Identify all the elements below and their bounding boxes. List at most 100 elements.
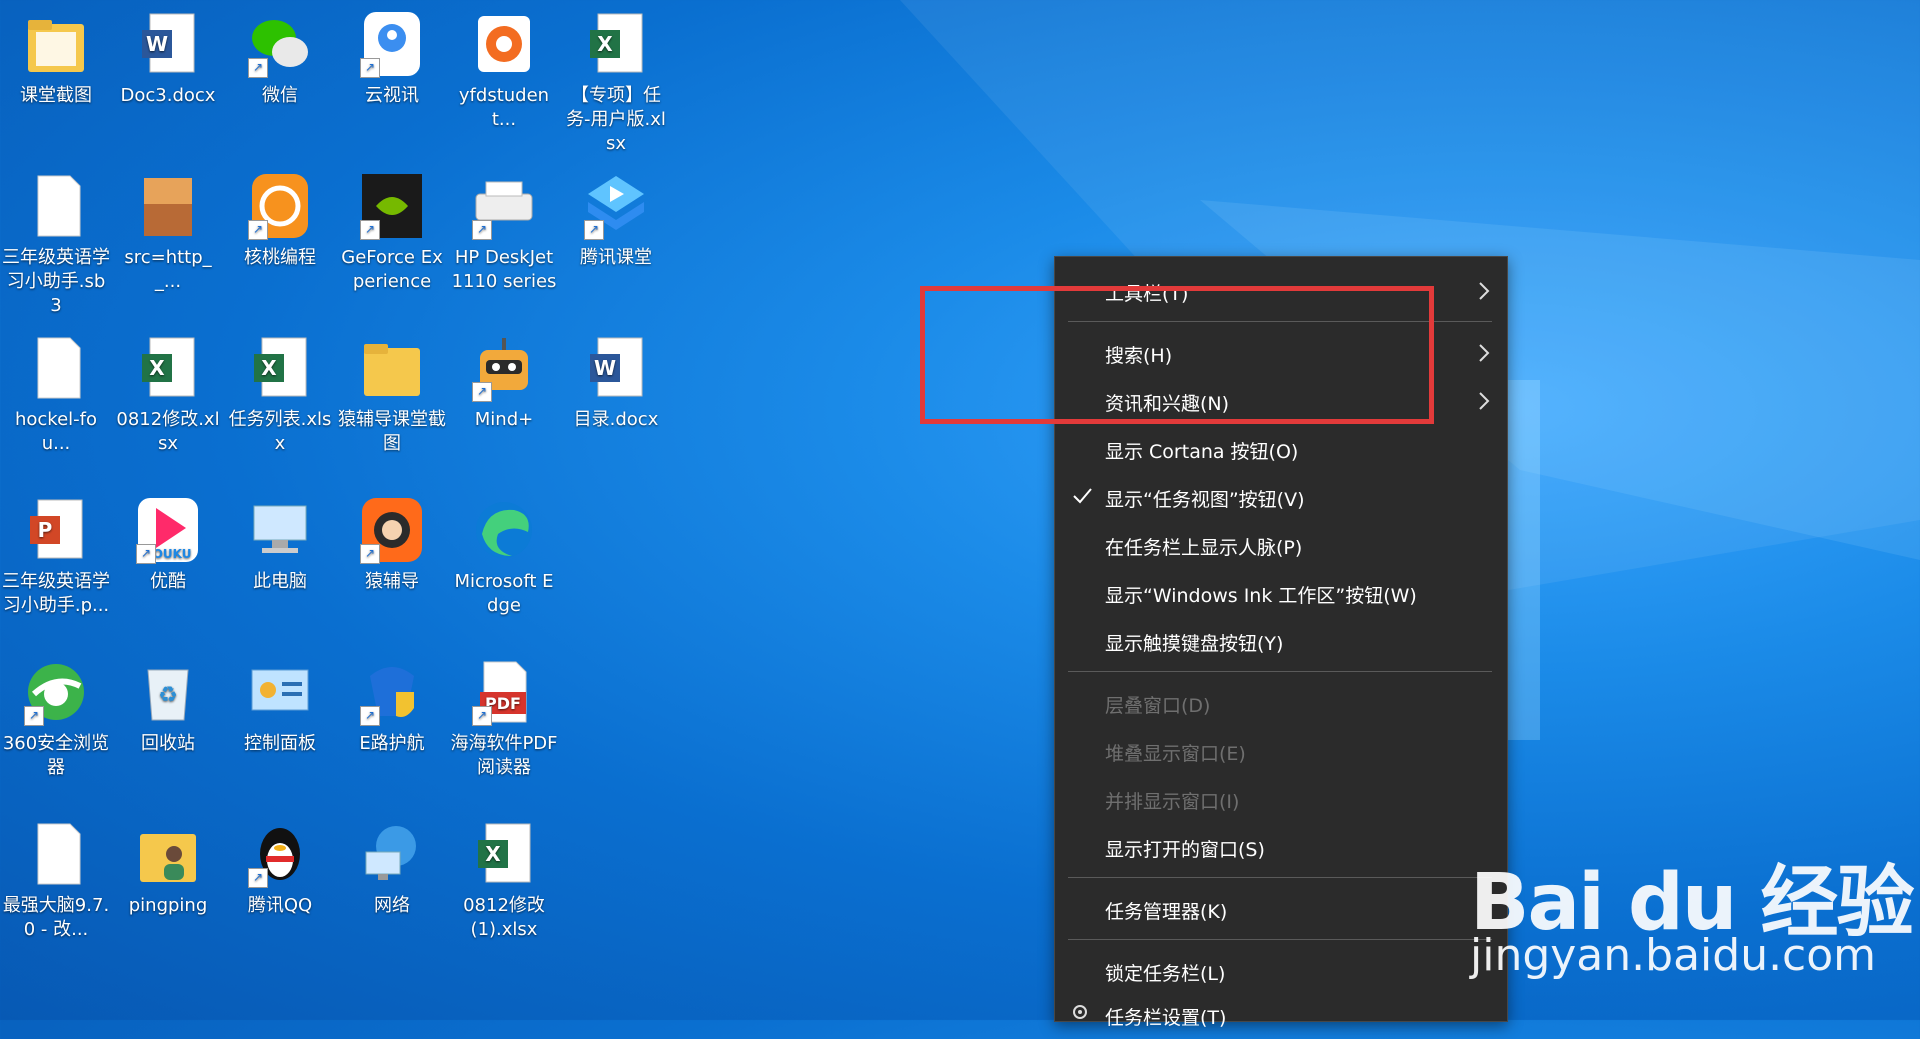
menu-item-taskbar-settings[interactable]: 任务栏设置(T) xyxy=(1055,991,1507,1039)
desktop-icon-0812-copy-xlsx[interactable]: X 0812修改(1).xlsx xyxy=(448,818,560,942)
360-browser-icon: ↗ xyxy=(20,656,92,728)
desktop-icon-hockel[interactable]: hockel-fou... xyxy=(0,332,112,456)
icon-label: 【专项】任务-用户版.xlsx xyxy=(566,85,666,154)
control-panel-icon xyxy=(244,656,316,728)
icon-label: 海海软件PDF阅读器 xyxy=(450,733,558,778)
menu-item-label: 显示打开的窗口(S) xyxy=(1105,839,1265,861)
menu-item-show-touch-keyboard[interactable]: 显示触摸键盘按钮(Y) xyxy=(1055,617,1507,665)
desktop-icon-strongest-brain[interactable]: 最强大脑9.7.0 - 改... xyxy=(0,818,112,942)
menu-item-label: 层叠窗口(D) xyxy=(1105,695,1211,717)
icon-label: 360安全浏览器 xyxy=(2,733,110,778)
menu-item-label: 显示“Windows Ink 工作区”按钮(W) xyxy=(1105,585,1417,607)
menu-item-show-desktop-windows[interactable]: 显示打开的窗口(S) xyxy=(1055,823,1507,871)
desktop-icon-e-road[interactable]: ↗ E路护航 xyxy=(336,656,448,756)
menu-item-lock-taskbar[interactable]: 锁定任务栏(L) xyxy=(1055,947,1507,995)
icon-label: 猿辅导课堂截图 xyxy=(338,409,446,454)
svg-text:X: X xyxy=(261,356,277,380)
desktop-icon-english-sb3[interactable]: 三年级英语学习小助手.sb3 xyxy=(0,170,112,318)
excel-document-icon: X xyxy=(468,818,540,890)
svg-text:♻: ♻ xyxy=(158,683,178,708)
icon-label: pingping xyxy=(128,895,208,916)
shortcut-arrow-icon: ↗ xyxy=(360,544,380,564)
desktop-icon-pdf-reader[interactable]: PDF ↗ 海海软件PDF阅读器 xyxy=(448,656,560,780)
folder-icon xyxy=(20,8,92,80)
menu-item-label: 工具栏(T) xyxy=(1105,283,1189,305)
desktop-icon-yuanfudao[interactable]: ↗ 猿辅导 xyxy=(336,494,448,594)
menu-item-show-people[interactable]: 在任务栏上显示人脉(P) xyxy=(1055,521,1507,569)
desktop-icon-catalog-docx[interactable]: W 目录.docx xyxy=(560,332,672,432)
menu-item-label: 任务管理器(K) xyxy=(1105,901,1228,923)
desktop-icon-classroom-screenshots[interactable]: 课堂截图 xyxy=(0,8,112,108)
menu-item-show-windows-ink[interactable]: 显示“Windows Ink 工作区”按钮(W) xyxy=(1055,569,1507,617)
icon-label: Microsoft Edge xyxy=(454,571,554,616)
desktop-icon-cloud-video[interactable]: ↗ 云视讯 xyxy=(336,8,448,108)
desktop-icon-walnut-coding[interactable]: ↗ 核桃编程 xyxy=(224,170,336,270)
desktop-icon-tencent-classroom[interactable]: ↗ 腾讯课堂 xyxy=(560,170,672,270)
printer-icon: ↗ xyxy=(468,170,540,242)
desktop-icon-yfdstudent[interactable]: yfdstudent... xyxy=(448,8,560,132)
shortcut-arrow-icon: ↗ xyxy=(472,220,492,240)
desktop-icon-task-xlsx[interactable]: X 【专项】任务-用户版.xlsx xyxy=(560,8,672,156)
desktop-icon-youku[interactable]: YOUKU ↗ 优酷 xyxy=(112,494,224,594)
icon-label: 核桃编程 xyxy=(244,247,316,268)
desktop-icon-pingping[interactable]: pingping xyxy=(112,818,224,918)
desktop-icon-0812-xlsx[interactable]: X 0812修改.xlsx xyxy=(112,332,224,456)
desktop-icon-edge[interactable]: Microsoft Edge xyxy=(448,494,560,618)
desktop-icon-doc3[interactable]: W Doc3.docx xyxy=(112,8,224,108)
blank-file-icon xyxy=(20,818,92,890)
desktop-icon-english-pptx[interactable]: P 三年级英语学习小助手.p... xyxy=(0,494,112,618)
desktop-icon-wechat[interactable]: ↗ 微信 xyxy=(224,8,336,108)
menu-item-stack-windows: 堆叠显示窗口(E) xyxy=(1055,727,1507,775)
desktop-icon-qq[interactable]: ↗ 腾讯QQ xyxy=(224,818,336,918)
blank-file-icon xyxy=(20,170,92,242)
menu-item-news-and-interests[interactable]: 资讯和兴趣(N) xyxy=(1055,377,1507,425)
menu-item-show-task-view[interactable]: 显示“任务视图”按钮(V) xyxy=(1055,473,1507,521)
desktop-icon-this-pc[interactable]: 此电脑 xyxy=(224,494,336,594)
icon-label: 腾讯课堂 xyxy=(580,247,652,268)
desktop-icon-mind-plus[interactable]: ↗ Mind+ xyxy=(448,332,560,432)
shortcut-arrow-icon: ↗ xyxy=(360,220,380,240)
watermark-url: jingyan.baidu.com xyxy=(1470,930,1877,981)
svg-text:P: P xyxy=(38,518,53,542)
icon-label: hockel-fou... xyxy=(14,409,98,454)
menu-item-toolbars[interactable]: 工具栏(T) xyxy=(1055,267,1507,315)
chevron-right-icon xyxy=(1479,282,1490,300)
menu-item-task-manager[interactable]: 任务管理器(K) xyxy=(1055,885,1507,933)
geforce-icon: ↗ xyxy=(356,170,428,242)
svg-text:X: X xyxy=(149,356,165,380)
desktop-icon-task-list-xlsx[interactable]: X 任务列表.xlsx xyxy=(224,332,336,456)
mind-plus-robot-icon: ↗ xyxy=(468,332,540,404)
tencent-classroom-icon: ↗ xyxy=(580,170,652,242)
word-document-icon: W xyxy=(132,8,204,80)
icon-label: 回收站 xyxy=(141,733,195,754)
shortcut-arrow-icon: ↗ xyxy=(136,544,156,564)
desktop-icon-360-browser[interactable]: ↗ 360安全浏览器 xyxy=(0,656,112,780)
desktop-icon-yuanfudao-screenshots[interactable]: 猿辅导课堂截图 xyxy=(336,332,448,456)
icon-label: 网络 xyxy=(374,895,410,916)
icon-label: 最强大脑9.7.0 - 改... xyxy=(2,895,110,940)
word-document-icon: W xyxy=(580,332,652,404)
desktop-icon-recycle-bin[interactable]: ♻ 回收站 xyxy=(112,656,224,756)
shortcut-arrow-icon: ↗ xyxy=(248,868,268,888)
menu-item-show-cortana[interactable]: 显示 Cortana 按钮(O) xyxy=(1055,425,1507,473)
menu-separator xyxy=(1068,671,1492,672)
desktop-icon-geforce[interactable]: ↗ GeForce Experience xyxy=(336,170,448,294)
qq-penguin-icon: ↗ xyxy=(244,818,316,890)
pdf-reader-icon: PDF ↗ xyxy=(468,656,540,728)
icon-label: 猿辅导 xyxy=(365,571,419,592)
svg-text:X: X xyxy=(597,32,613,56)
desktop-icon-control-panel[interactable]: 控制面板 xyxy=(224,656,336,756)
svg-text:W: W xyxy=(594,356,616,380)
desktop-icon-network[interactable]: 网络 xyxy=(336,818,448,918)
desktop-icon-src-image[interactable]: src=http__... xyxy=(112,170,224,294)
svg-text:W: W xyxy=(146,32,168,56)
menu-item-label: 搜索(H) xyxy=(1105,345,1173,367)
wechat-icon: ↗ xyxy=(244,8,316,80)
menu-item-label: 并排显示窗口(I) xyxy=(1105,791,1240,813)
menu-separator xyxy=(1068,321,1492,322)
menu-item-side-by-side: 并排显示窗口(I) xyxy=(1055,775,1507,823)
desktop-icon-hp-printer[interactable]: ↗ HP DeskJet 1110 series xyxy=(448,170,560,294)
icon-label: 腾讯QQ xyxy=(247,895,313,916)
icon-label: 三年级英语学习小助手.sb3 xyxy=(2,247,110,316)
menu-item-search[interactable]: 搜索(H) xyxy=(1055,329,1507,377)
